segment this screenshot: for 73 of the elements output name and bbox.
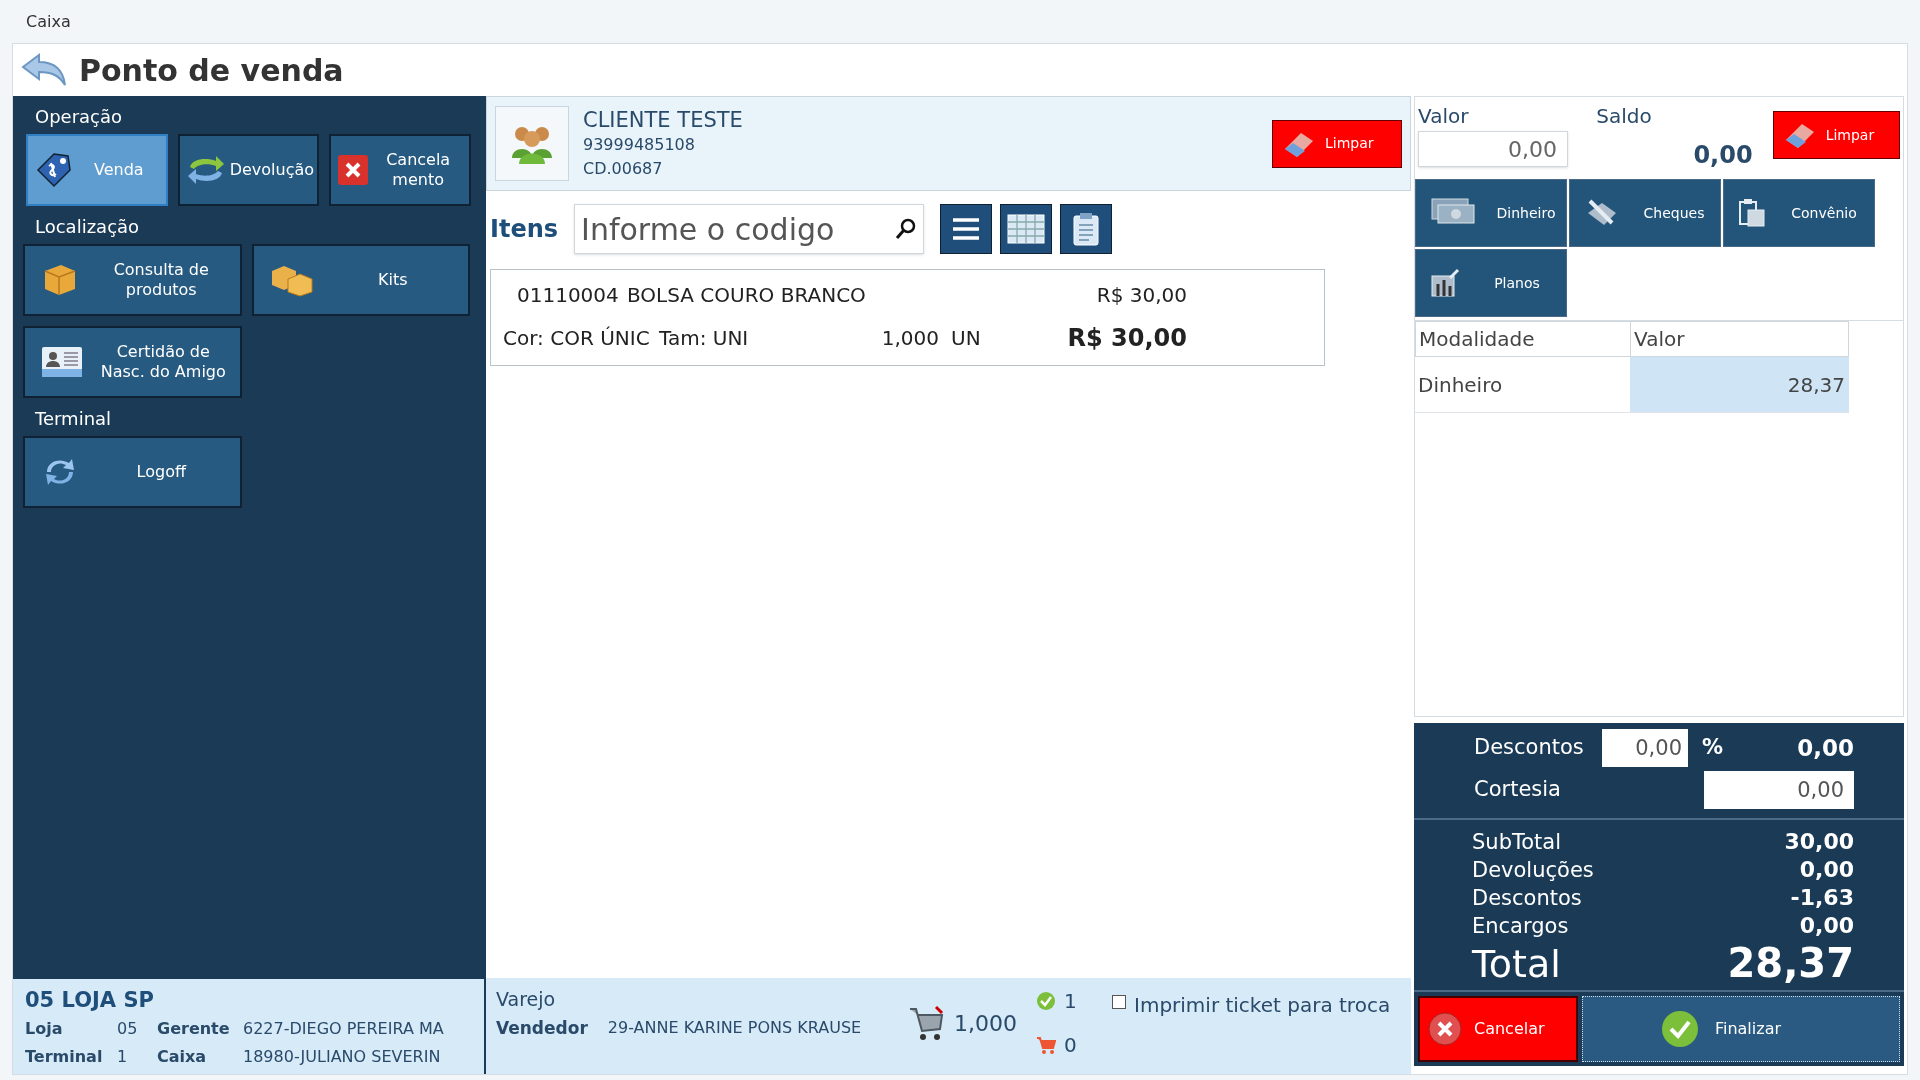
table-cell: 28,37 (1630, 357, 1849, 413)
item-size: Tam: UNI (659, 324, 750, 352)
section-label: Terminal (34, 407, 113, 431)
item-unit: UN (951, 324, 982, 352)
store-name: 05 LOJA SP (25, 987, 155, 1013)
courtesy-label: Cortesia (1474, 776, 1561, 804)
item-quantity: 1,000 (880, 324, 939, 352)
field-value: 1 (117, 1046, 129, 1068)
total-row-label: SubTotal (1472, 829, 1561, 856)
field-label: Caixa (157, 1046, 208, 1068)
table-cell-text: Dinheiro (1417, 372, 1504, 400)
item-description: BOLSA COURO BRANCO (627, 281, 867, 309)
total-row-label: Encargos (1472, 913, 1569, 940)
item-code: 01110004 (516, 281, 620, 309)
price-table: Varejo (496, 986, 896, 1012)
sidebar-button[interactable]: Cancela mento (329, 134, 471, 206)
field-value: 6227-DIEGO PEREIRA MA (243, 1018, 445, 1040)
customer-phone: 93999485108 (583, 133, 696, 156)
item-color: Cor: COR ÚNIC (503, 324, 651, 352)
sidebar-button[interactable]: Consulta de produtos (23, 244, 242, 316)
clear-payment-button[interactable]: Limpar (1772, 111, 1900, 159)
total-row-value: 30,00 (1784, 828, 1854, 856)
discount-amount: 0,00 (1797, 733, 1854, 763)
sidebar-button[interactable]: Certidão de Nasc. do Amigo (23, 326, 242, 398)
payment-method-button[interactable]: Planos (1415, 249, 1567, 317)
field-label: Loja (25, 1018, 64, 1040)
value-label: Valor (1418, 103, 1470, 130)
page-title: Ponto de venda (79, 51, 344, 90)
total-row-label: Descontos (1472, 885, 1582, 912)
column-header: Modalidade (1416, 322, 1631, 357)
item-card[interactable]: 01110004 BOLSA COURO BRANCO R$ 30,00 Cor: COR ÚNIC Tam: UNI 1,000 UN R$ 30,00 (490, 269, 1325, 366)
field-label: Terminal (25, 1046, 104, 1068)
seller-name: 29-ANNE KARINE PONS KRAUSE (607, 1017, 862, 1039)
value-field[interactable]: 0,00 (1418, 131, 1568, 167)
column-header: Valor (1633, 326, 1686, 354)
item-quantity: 1,000 (954, 1009, 1017, 1038)
balance-value: 0,00 (1692, 140, 1753, 171)
customer-name: CLIENTE TESTE (583, 106, 744, 133)
payment-method-button[interactable]: Dinheiro (1415, 179, 1567, 247)
total-row-value: 0,00 (1799, 912, 1854, 940)
payment-method-button[interactable]: Cheques (1569, 179, 1721, 247)
balance-label: Saldo (1596, 103, 1653, 130)
section-label: Localização (34, 215, 141, 239)
field-value: 18980-JULIANO SEVERIN (243, 1046, 442, 1068)
total-row-label: Devoluções (1472, 857, 1594, 884)
print-ticket-label: Imprimir ticket para troca (1134, 992, 1391, 1019)
cancel-button[interactable]: Cancelar (1418, 996, 1578, 1062)
total-value: 28,37 (1727, 940, 1854, 986)
customer-code: CD.00687 (583, 157, 664, 180)
cart-count: 0 (1064, 1032, 1077, 1059)
finish-button[interactable]: Finalizar (1582, 996, 1900, 1062)
discount-percent-field[interactable]: 0,00 (1602, 729, 1688, 767)
code-search-field[interactable]: Informe o codigo (574, 204, 925, 254)
discount-label: Descontos (1474, 734, 1585, 762)
seller-label: Vendedor (496, 1017, 588, 1040)
courtesy-field[interactable]: 0,00 (1704, 771, 1854, 809)
field-value: 05 (117, 1018, 139, 1040)
field-label: Gerente (157, 1018, 231, 1040)
clear-customer-button[interactable]: Limpar (1272, 119, 1402, 168)
sidebar-button[interactable]: Logoff (23, 436, 242, 508)
window-title: Caixa (26, 10, 71, 33)
total-row-value: -1,63 (1790, 884, 1854, 912)
sidebar-button[interactable]: Devolução (177, 134, 320, 206)
items-label: Itens (490, 214, 559, 245)
checked-count: 1 (1064, 988, 1077, 1015)
item-total: R$ 30,00 (1066, 322, 1187, 354)
item-unit-price: R$ 30,00 (1095, 281, 1187, 309)
section-label: Operação (34, 105, 124, 129)
percent-sign: % (1702, 734, 1724, 762)
total-label: Total (1472, 942, 1561, 986)
payment-method-button[interactable]: Convênio (1723, 179, 1875, 247)
sidebar-button[interactable]: Kits (251, 244, 470, 316)
total-row-value: 0,00 (1799, 856, 1854, 884)
